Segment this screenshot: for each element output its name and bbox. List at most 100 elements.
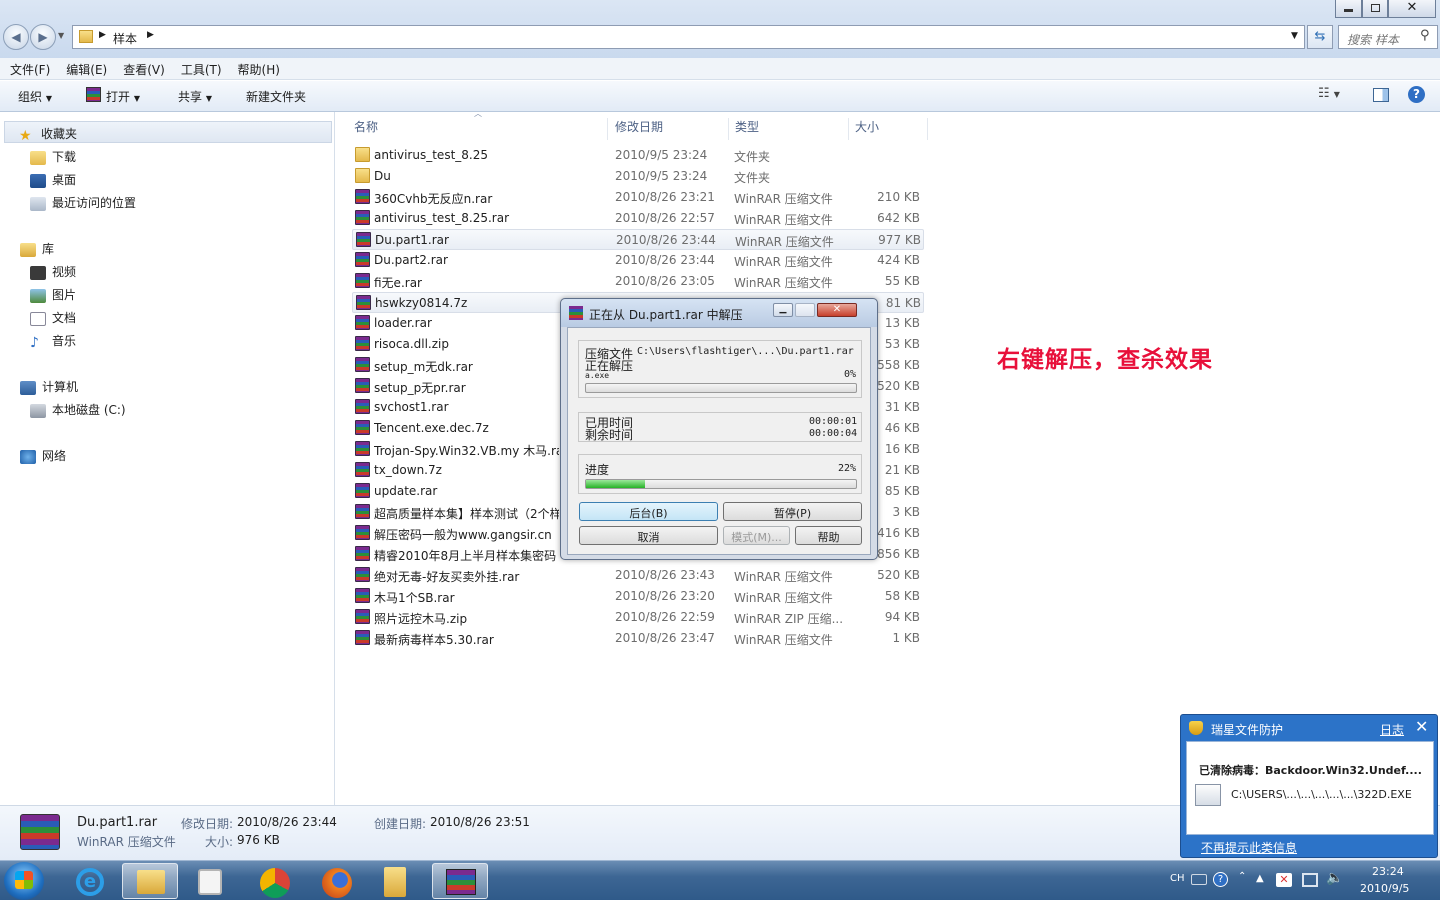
popup-close-icon[interactable]: ✕ (1415, 717, 1428, 736)
nav-item-label: 视频 (52, 265, 77, 279)
nav-favorites[interactable]: ★ 收藏夹 (4, 121, 332, 144)
file-row[interactable]: 最新病毒样本5.30.rar 2010/8/26 23:47 WinRAR 压缩文件… (352, 628, 924, 649)
file-name: update.rar (374, 484, 438, 498)
close-button[interactable]: ✕ (1388, 0, 1436, 18)
network-icon (20, 449, 36, 464)
file-row[interactable]: 木马1个SB.rar 2010/8/26 23:20 WinRAR 压缩文件 58 K… (352, 586, 924, 607)
open-button[interactable]: 打开 ▼ (106, 88, 140, 105)
file-date: 2010/9/5 23:24 (615, 169, 708, 183)
menu-file[interactable]: 文件(F) (10, 58, 50, 78)
address-dropdown-icon[interactable]: ▼ (1291, 31, 1298, 41)
current-file: a.exe (585, 371, 610, 380)
nav-libraries[interactable]: 库 (20, 240, 54, 257)
expand-tray-icon[interactable]: ⌃ (1238, 871, 1246, 882)
popup-message: 已清除病毒：Backdoor.Win32.Undef.... (1199, 764, 1422, 777)
menu-edit[interactable]: 编辑(E) (66, 58, 107, 78)
file-row[interactable]: Du 2010/9/5 23:24 文件夹 (352, 166, 924, 187)
file-name: Tencent.exe.dec.7z (374, 421, 489, 435)
search-icon: ⚲ (1420, 28, 1430, 43)
nav-network-label: 网络 (42, 449, 67, 463)
dialog-minimize-button[interactable]: ▁ (773, 303, 793, 317)
show-hidden-icons[interactable]: ▲ (1256, 873, 1264, 884)
file-row[interactable]: 绝对无毒-好友买卖外挂.rar 2010/8/26 23:43 WinRAR 压缩文… (352, 565, 924, 586)
keyboard-icon[interactable] (1191, 874, 1207, 885)
volume-icon[interactable]: 🔈 (1326, 870, 1343, 886)
column-type[interactable]: 类型 (729, 118, 849, 140)
preview-pane-icon[interactable] (1373, 88, 1389, 102)
taskbar-winrar[interactable] (432, 863, 488, 899)
background-button[interactable]: 后台(B) (579, 502, 718, 521)
share-button[interactable]: 共享 ▼ (178, 88, 212, 105)
file-row[interactable]: antivirus_test_8.25 2010/9/5 23:24 文件夹 (352, 145, 924, 166)
clock-time[interactable]: 23:24 (1372, 865, 1404, 878)
pause-button[interactable]: 暂停(P) (723, 502, 862, 521)
file-row[interactable]: 360Cvhb无反应n.rar 2010/8/26 23:21 WinRAR 压缩文… (352, 187, 924, 208)
winrar-icon (446, 869, 476, 895)
language-indicator[interactable]: CH (1170, 873, 1185, 884)
winrar-icon (569, 306, 583, 320)
dialog-close-button[interactable]: ✕ (817, 303, 857, 317)
archive-icon (355, 462, 370, 477)
view-options-icon[interactable]: ☷ ▼ (1318, 86, 1340, 101)
network-tray-icon[interactable] (1302, 873, 1318, 887)
details-filetype: WinRAR 压缩文件 (77, 835, 176, 849)
menu-view[interactable]: 查看(V) (123, 58, 165, 78)
nav-item-desktop[interactable]: 桌面 (30, 171, 76, 188)
help-icon[interactable]: ? (1408, 86, 1425, 103)
organize-button[interactable]: 组织 ▼ (18, 88, 52, 105)
nav-computer[interactable]: 计算机 (20, 378, 78, 395)
taskbar-media-player[interactable] (182, 863, 238, 899)
file-type: WinRAR 压缩文件 (734, 570, 833, 584)
address-bar[interactable]: ▶ 样本 ▶ ▼ (72, 25, 1305, 49)
taskbar-explorer[interactable] (122, 863, 178, 899)
help-button[interactable]: 帮助 (795, 526, 862, 545)
file-date: 2010/8/26 22:59 (615, 610, 715, 624)
archive-icon (355, 546, 370, 561)
nav-favorites-label: 收藏夹 (41, 127, 78, 141)
maximize-button[interactable] (1362, 0, 1388, 18)
folder-icon (355, 147, 370, 162)
history-dropdown-icon[interactable]: ▼ (58, 31, 64, 40)
clock-date[interactable]: 2010/9/5 (1360, 882, 1409, 895)
forward-button[interactable]: ▶ (30, 24, 56, 50)
archive-icon (355, 567, 370, 582)
nav-item-recent[interactable]: 最近访问的位置 (30, 194, 136, 211)
nav-item-music[interactable]: ♪ 音乐 (30, 332, 76, 351)
taskbar-ie[interactable]: e (62, 863, 118, 899)
popup-log-link[interactable]: 日志 (1380, 721, 1404, 738)
dont-show-link[interactable]: 不再提示此类信息 (1201, 839, 1297, 856)
nav-item-documents[interactable]: 文档 (30, 309, 76, 326)
nav-item-local-disk[interactable]: 本地磁盘 (C:) (30, 401, 126, 418)
nav-item-pictures[interactable]: 图片 (30, 286, 76, 303)
new-folder-button[interactable]: 新建文件夹 (246, 88, 306, 105)
taskbar-chrome[interactable] (246, 863, 302, 899)
nav-libraries-label: 库 (42, 242, 55, 256)
nav-item-downloads[interactable]: 下载 (30, 148, 76, 165)
column-date[interactable]: 修改日期 (609, 118, 729, 140)
popup-body: 已清除病毒：Backdoor.Win32.Undef.... C:\USERS\… (1186, 741, 1434, 835)
nav-network[interactable]: 网络 (20, 447, 66, 464)
minimize-button[interactable] (1335, 0, 1362, 18)
column-size[interactable]: 大小 (849, 118, 928, 140)
menu-help[interactable]: 帮助(H) (238, 58, 280, 78)
nav-item-videos[interactable]: 视频 (30, 263, 76, 280)
file-row[interactable]: Du.part1.rar 2010/8/26 23:44 WinRAR 压缩文件 97… (352, 229, 924, 250)
start-button[interactable] (4, 862, 44, 900)
taskbar-firefox[interactable] (308, 863, 364, 899)
help-tray-icon[interactable]: ? (1213, 872, 1228, 887)
cancel-button[interactable]: 取消 (579, 526, 718, 545)
menu-tools[interactable]: 工具(T) (181, 58, 222, 78)
breadcrumb[interactable]: 样本 (113, 30, 137, 47)
back-button[interactable]: ◀ (3, 24, 29, 50)
file-row[interactable]: Du.part2.rar 2010/8/26 23:44 WinRAR 压缩文件 42… (352, 250, 924, 271)
file-type: 文件夹 (734, 150, 771, 164)
column-name[interactable]: 名称 (348, 118, 608, 140)
file-row[interactable]: fi无e.rar 2010/8/26 23:05 WinRAR 压缩文件 55 KB (352, 271, 924, 292)
action-center-icon[interactable]: ✕ (1276, 873, 1292, 887)
file-type: WinRAR 压缩文件 (734, 276, 833, 290)
popup-path: C:\USERS\...\...\...\...\...\322D.EXE (1231, 788, 1412, 801)
refresh-button[interactable]: ⇆ (1307, 25, 1333, 49)
file-row[interactable]: 照片远控木马.zip 2010/8/26 22:59 WinRAR ZIP 压缩..… (352, 607, 924, 628)
file-row[interactable]: antivirus_test_8.25.rar 2010/8/26 22:57 Wi… (352, 208, 924, 229)
taskbar-folder[interactable] (370, 863, 426, 899)
